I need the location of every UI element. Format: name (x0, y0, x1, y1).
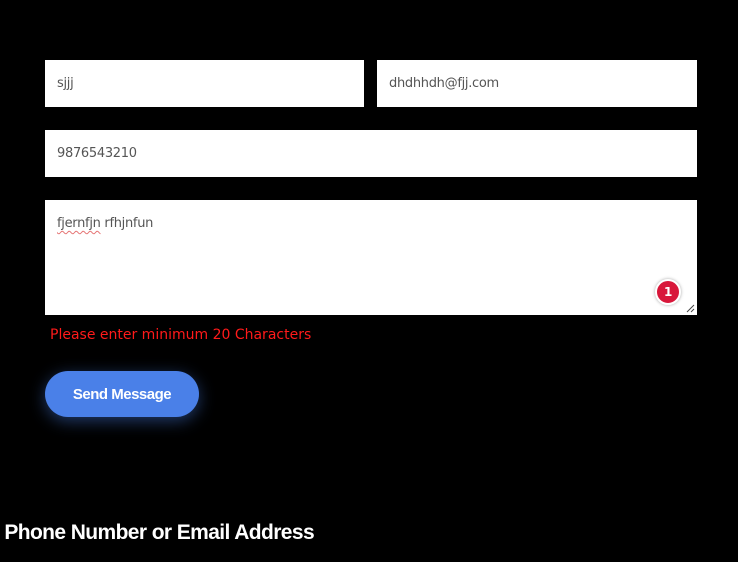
resize-grip-icon[interactable] (685, 303, 695, 313)
message-textarea[interactable]: fjernfjn rfhjnfun 1 (45, 200, 697, 315)
name-input[interactable]: sjjj (45, 60, 364, 107)
phone-input[interactable]: 9876543210 (45, 130, 697, 177)
validation-error-message: Please enter minimum 20 Characters (50, 327, 312, 343)
send-message-button[interactable]: Send Message (45, 371, 199, 417)
phone-input-value: 9876543210 (57, 146, 137, 161)
grammar-notification-badge[interactable]: 1 (655, 279, 681, 305)
email-input[interactable]: dhdhhdh@fjj.com (377, 60, 697, 107)
notification-count: 1 (663, 285, 673, 299)
name-input-value: sjjj (57, 76, 74, 91)
section-heading: y Phone Number or Email Address (0, 521, 315, 544)
message-text: rfhjnfun (100, 216, 154, 231)
message-misspelled-word: fjernfjn (57, 216, 101, 231)
email-input-value: dhdhhdh@fjj.com (389, 76, 499, 91)
